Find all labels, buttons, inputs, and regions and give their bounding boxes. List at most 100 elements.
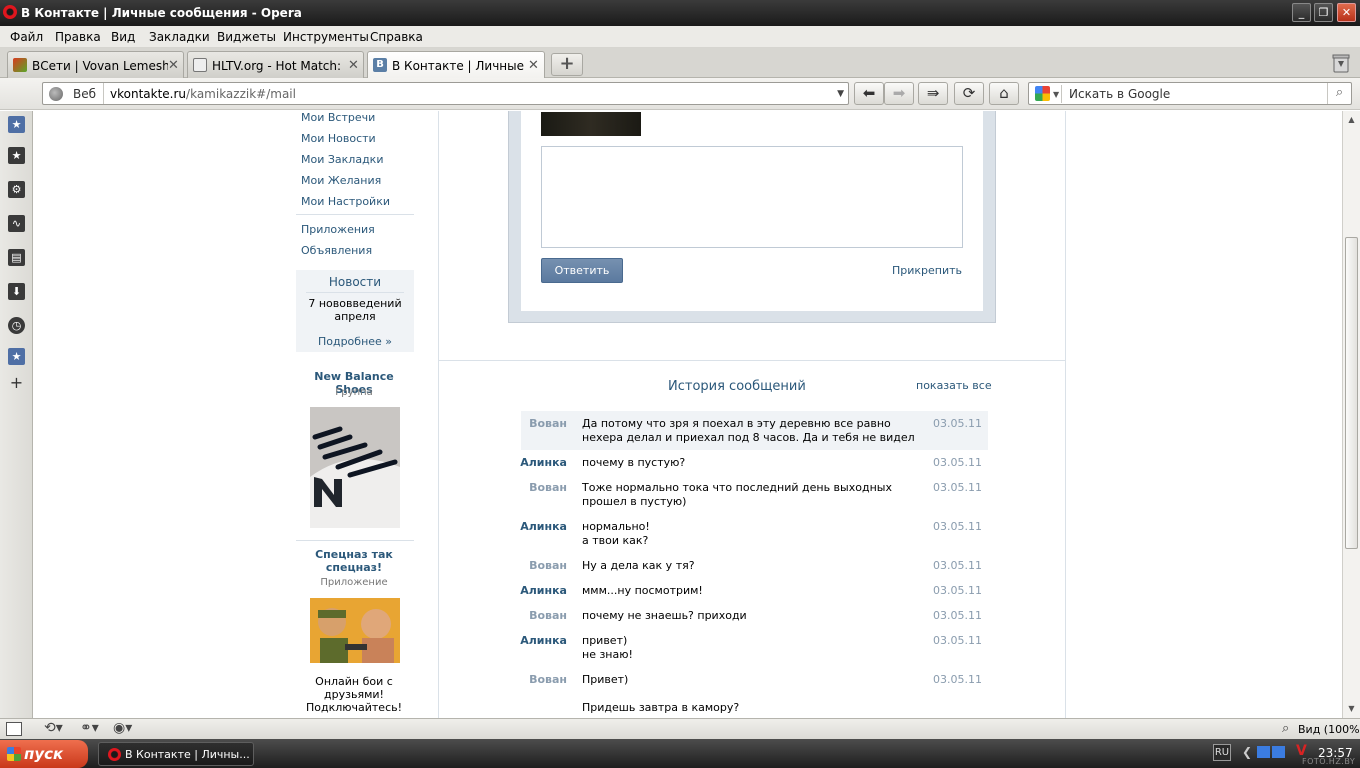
sender-photo[interactable] xyxy=(541,112,641,136)
sidebar-item-settings[interactable]: Мои Настройки xyxy=(301,195,390,208)
specnaz-game-image[interactable] xyxy=(310,598,400,663)
menu-help[interactable]: Справка xyxy=(370,30,423,44)
message-author[interactable]: Вован xyxy=(529,417,567,430)
message-author[interactable]: Вован xyxy=(529,673,567,686)
sync-icon[interactable]: ⟲▾ xyxy=(44,720,63,736)
widgets-panel-icon[interactable]: ★ xyxy=(8,147,25,164)
message-text: Да потому что зря я поехал в эту деревню… xyxy=(582,417,915,444)
scroll-down-icon[interactable]: ▼ xyxy=(1344,701,1359,716)
scrollbar-thumb[interactable] xyxy=(1345,237,1358,549)
tab-close-icon[interactable]: ✕ xyxy=(528,58,539,73)
chevron-down-icon[interactable]: ▼ xyxy=(837,89,844,99)
ad-title-specnaz[interactable]: Спецназ так спецназ! xyxy=(296,548,412,574)
language-indicator[interactable]: RU xyxy=(1213,744,1231,761)
reload-button[interactable]: ⟳ xyxy=(954,82,984,105)
history-title: История сообщений xyxy=(668,379,806,394)
message-row: Вован Ну а дела как у тя? 03.05.11 xyxy=(521,553,988,578)
vertical-scrollbar[interactable]: ▲ ▼ xyxy=(1342,111,1360,718)
news-more-link[interactable]: Подробнее » xyxy=(296,335,414,348)
address-field[interactable]: Веб vkontakte.ru/kamikazzik#/mail ▼ xyxy=(42,82,849,105)
message-author[interactable]: Вован xyxy=(529,609,567,622)
message-author[interactable]: Алинка xyxy=(520,584,567,597)
close-button[interactable]: ✕ xyxy=(1337,3,1356,22)
sidebar-item-news[interactable]: Мои Новости xyxy=(301,132,376,145)
add-panel-icon[interactable]: + xyxy=(8,374,25,391)
watermark: FOTO.HZ.BY xyxy=(1302,757,1356,766)
status-bar: ⟲▾ ⚭▾ ◉▾ ⌕ Вид (100%) xyxy=(0,718,1360,739)
message-author[interactable]: Алинка xyxy=(520,456,567,469)
new-balance-shoe-image[interactable] xyxy=(310,407,400,528)
message-author[interactable]: Вован xyxy=(529,559,567,572)
address-url[interactable]: vkontakte.ru/kamikazzik#/mail xyxy=(110,87,296,101)
search-placeholder: Искать в Google xyxy=(1069,87,1171,101)
menu-widgets[interactable]: Виджеты xyxy=(217,30,276,44)
links-panel-icon[interactable]: ∿ xyxy=(8,215,25,232)
menu-bookmarks[interactable]: Закладки xyxy=(149,30,210,44)
sidebar-item-bookmarks[interactable]: Мои Закладки xyxy=(301,153,383,166)
menu-view[interactable]: Вид xyxy=(111,30,135,44)
menu-edit[interactable]: Правка xyxy=(55,30,101,44)
new-tab-button[interactable]: + xyxy=(551,53,583,76)
back-button[interactable]: ⬅ xyxy=(854,82,884,105)
attach-link[interactable]: Прикрепить xyxy=(892,264,962,277)
message-text: Придешь завтра в камору? xyxy=(582,701,740,714)
message-date: 03.05.11 xyxy=(933,584,982,597)
message-author[interactable]: Алинка xyxy=(520,634,567,647)
menu-file[interactable]: Файл xyxy=(10,30,43,44)
message-date: 03.05.11 xyxy=(933,609,982,622)
message-row: Алинка ммм...ну посмотрим! 03.05.11 xyxy=(520,578,988,603)
tab-close-icon[interactable]: ✕ xyxy=(168,58,179,73)
home-button[interactable]: ⌂ xyxy=(989,82,1019,105)
news-title[interactable]: Новости xyxy=(296,275,414,289)
unite-icon[interactable]: ⚭▾ xyxy=(80,720,99,736)
tab-bar: ВСети | Vovan Lemeshon... ✕ HLTV.org - H… xyxy=(0,48,1360,79)
message-date: 03.05.11 xyxy=(933,673,982,686)
sidebar-item-wishes[interactable]: Мои Желания xyxy=(301,174,381,187)
tab-vseti[interactable]: ВСети | Vovan Lemeshon... ✕ xyxy=(7,51,184,78)
forward-button[interactable]: ➡ xyxy=(884,82,914,105)
menu-tools[interactable]: Инструменты xyxy=(283,30,369,44)
sidebar-item-apps[interactable]: Приложения xyxy=(301,223,375,236)
taskbar-opera-window[interactable]: В Контакте | Личны... xyxy=(98,742,254,766)
tab-hltv[interactable]: HLTV.org - Hot Match: H... ✕ xyxy=(187,51,364,78)
bookmark-star-icon[interactable]: ★ xyxy=(8,348,25,365)
news-text: 7 нововведений апреля xyxy=(308,297,402,323)
reply-textarea[interactable] xyxy=(541,146,963,248)
tab-close-icon[interactable]: ✕ xyxy=(348,58,359,73)
message-date: 03.05.11 xyxy=(933,456,982,469)
sidebar-item-ads[interactable]: Объявления xyxy=(301,244,372,257)
start-button[interactable]: пуск xyxy=(0,740,88,768)
downloads-panel-icon[interactable]: ⬇ xyxy=(8,283,25,300)
message-date: 03.05.11 xyxy=(933,417,982,430)
message-date: 03.05.11 xyxy=(933,481,982,494)
network-icon[interactable] xyxy=(1272,746,1285,758)
fast-forward-button[interactable]: ⇛ xyxy=(918,82,948,105)
reply-button[interactable]: Ответить xyxy=(541,258,623,283)
settings-gear-icon[interactable]: ⚙ xyxy=(8,181,25,198)
menu-bar: Файл Правка Вид Закладки Виджеты Инструм… xyxy=(0,26,1360,48)
sidebar-item-meetings[interactable]: Мои Встречи xyxy=(301,111,375,124)
notes-panel-icon[interactable]: ▤ xyxy=(8,249,25,266)
network-icon[interactable] xyxy=(1257,746,1270,758)
panel-toggle-icon[interactable] xyxy=(6,722,22,736)
bookmarks-panel-icon[interactable]: ★ xyxy=(8,116,25,133)
address-mode-label: Веб xyxy=(73,87,97,101)
maximize-button[interactable]: ❐ xyxy=(1314,3,1333,22)
scroll-up-icon[interactable]: ▲ xyxy=(1344,112,1359,127)
google-engine-selector[interactable]: ▼ xyxy=(1032,85,1062,103)
turbo-icon[interactable]: ◉▾ xyxy=(113,720,132,736)
message-author[interactable]: Вован xyxy=(529,481,567,494)
trash-icon[interactable] xyxy=(1330,52,1352,74)
tab-vkontakte[interactable]: В В Контакте | Личные со... ✕ xyxy=(367,51,545,79)
message-author[interactable]: Алинка xyxy=(520,520,567,533)
vk-favicon-icon: В xyxy=(373,58,387,72)
minimize-button[interactable]: _ xyxy=(1292,3,1311,22)
search-icon[interactable]: ⌕ xyxy=(1327,83,1351,104)
tray-expand-icon[interactable]: ❮ xyxy=(1242,745,1252,759)
zoom-magnifier-icon[interactable]: ⌕ xyxy=(1282,721,1289,736)
show-all-link[interactable]: показать все xyxy=(916,379,992,392)
history-clock-icon[interactable]: ◷ xyxy=(8,317,25,334)
zoom-level[interactable]: Вид (100%) xyxy=(1298,723,1360,736)
search-field[interactable]: ▼ Искать в Google ⌕ xyxy=(1028,82,1352,105)
opera-logo-icon[interactable] xyxy=(3,5,17,19)
